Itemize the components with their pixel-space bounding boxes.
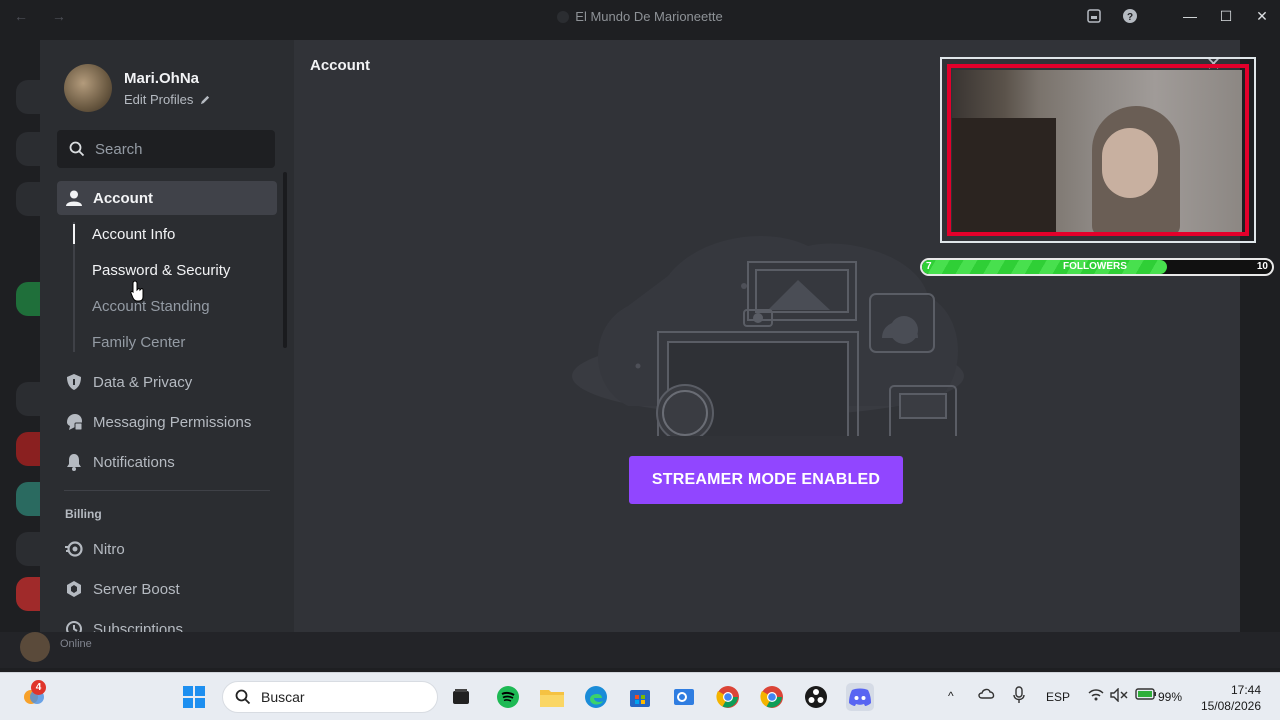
inbox-icon[interactable] [1076,0,1112,32]
sidebar-subitem-password-security[interactable]: Password & Security [92,262,230,279]
sidebar-subitem-family-center[interactable]: Family Center [92,334,185,351]
profile-header: Mari.OhNa Edit Profiles [64,64,211,112]
edge-icon[interactable] [582,683,610,711]
webcam-face [1102,128,1158,198]
message-lock-icon [65,413,83,431]
sidebar-item-subscriptions[interactable]: Subscriptions [57,612,277,632]
onedrive-icon[interactable] [978,687,996,702]
minimize-button[interactable]: — [1172,0,1208,32]
server-icon[interactable] [16,532,40,566]
sidebar-item-label: Messaging Permissions [93,413,252,431]
sidebar-item-account[interactable]: Account [57,181,277,215]
notification-badge: 4 [31,680,46,695]
chrome-icon[interactable] [714,683,742,711]
user-panel: Online [0,632,1280,668]
server-icon[interactable] [16,282,40,316]
svg-text:?: ? [1127,12,1133,23]
window-title-text: El Mundo De Marioneette [575,9,723,24]
server-icon[interactable] [16,182,40,216]
taskbar: Buscar ^ ESP 99% 17:44 15/08/2026 [0,672,1280,720]
followers-label: FOLLOWERS [1063,261,1127,272]
help-icon[interactable]: ? [1112,0,1148,32]
discord-icon[interactable] [846,683,874,711]
sidebar-item-label: Account [93,189,153,207]
sidebar-subitem-account-standing[interactable]: Account Standing [92,298,210,315]
obs-icon[interactable] [802,683,830,711]
page-title: Account [310,57,370,74]
server-icon[interactable] [16,80,40,114]
server-icon [557,11,570,23]
search-box[interactable] [57,130,275,168]
server-list [0,32,40,668]
sidebar-item-label: Nitro [93,540,125,558]
outlook-icon[interactable] [670,683,698,711]
settings-sidebar: Mari.OhNa Edit Profiles Account Account … [40,40,294,632]
search-icon [235,689,251,705]
mouse-cursor-icon [130,280,144,302]
clock[interactable]: 17:44 15/08/2026 [1195,682,1261,714]
battery-percent: 99% [1158,690,1183,704]
server-icon[interactable] [16,432,40,466]
language-indicator[interactable]: ESP [1046,690,1070,704]
show-hidden-icons[interactable]: ^ [948,689,954,703]
sidebar-item-label: Data & Privacy [93,373,193,391]
streamer-mode-button[interactable]: STREAMER MODE ENABLED [629,456,903,504]
sidebar-item-label: Subscriptions [93,620,184,633]
task-view-icon[interactable] [447,683,475,711]
chrome-profile-icon[interactable] [758,683,786,711]
user-icon [65,189,83,207]
status-text: Online [60,638,92,650]
window-titlebar: ← → El Mundo De Marioneette ? — ☐ ✕ [0,0,1280,32]
store-icon[interactable] [626,683,654,711]
divider [64,490,270,491]
server-icon[interactable] [16,132,40,166]
edit-profiles-label[interactable]: Edit Profiles [124,92,193,107]
battery-icon[interactable] [1135,688,1157,703]
sidebar-item-nitro[interactable]: Nitro [57,532,277,566]
taskbar-search-label: Buscar [261,689,305,705]
sidebar-item-notifications[interactable]: Notifications [57,445,277,479]
search-input[interactable] [95,140,255,158]
start-icon[interactable] [180,683,208,711]
webcam-background [952,118,1056,232]
sidebar-item-messaging-permissions[interactable]: Messaging Permissions [57,405,277,439]
volume-muted-icon[interactable] [1110,687,1128,705]
pencil-icon [200,95,210,105]
maximize-button[interactable]: ☐ [1208,0,1244,32]
scrollbar[interactable] [283,172,287,348]
clock-date: 15/08/2026 [1200,699,1261,713]
search-icon [69,141,85,157]
spotify-icon[interactable] [494,683,522,711]
file-explorer-icon[interactable] [538,683,566,711]
server-icon[interactable] [16,382,40,416]
bell-icon [65,453,83,471]
sidebar-item-server-boost[interactable]: Server Boost [57,572,277,606]
sidebar-item-label: Notifications [93,453,175,471]
server-icon[interactable] [16,482,40,516]
close-button[interactable]: ✕ [1244,0,1280,32]
followers-goal: 10 [1256,261,1268,272]
boost-gem-icon [65,580,83,598]
server-icon[interactable] [16,577,40,611]
username: Mari.OhNa [124,70,200,87]
nitro-icon [65,540,83,558]
clock-time: 17:44 [1230,683,1261,697]
followers-goal-bar: 7 FOLLOWERS 10 [920,258,1274,276]
taskbar-search[interactable]: Buscar [222,681,438,713]
avatar[interactable] [20,632,50,662]
avatar[interactable] [64,64,112,112]
sidebar-item-data-privacy[interactable]: Data & Privacy [57,365,277,399]
streamer-mode-illustration [572,236,964,436]
subnav-active-indicator [73,224,75,244]
wifi-icon[interactable] [1088,688,1104,705]
edit-profiles-link[interactable]: Edit Profiles [124,92,211,107]
subscriptions-icon [65,620,83,632]
section-header-billing: Billing [65,507,102,521]
microphone-icon[interactable] [1013,686,1025,707]
webcam-video [952,70,1242,232]
sidebar-subitem-account-info[interactable]: Account Info [92,226,175,243]
sidebar-item-label: Server Boost [93,580,180,598]
shield-icon [65,373,83,391]
